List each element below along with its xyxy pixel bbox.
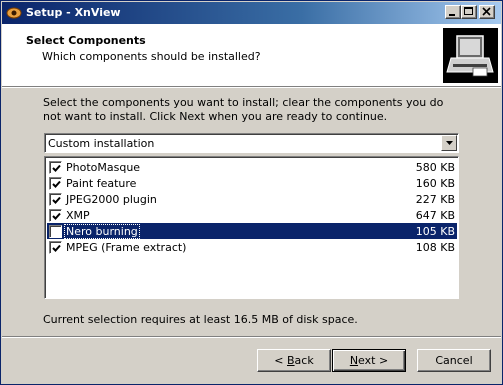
component-name: MPEG (Frame extract)	[66, 241, 187, 254]
components-list[interactable]: PhotoMasque 580 KB Paint feature 160 KB …	[44, 156, 459, 299]
back-prefix: <	[274, 354, 287, 367]
title-bar[interactable]: Setup - XnView	[2, 2, 501, 24]
component-row[interactable]: Nero burning 105 KB	[47, 223, 457, 239]
setup-computer-icon	[443, 28, 498, 83]
wizard-header: Select Components Which components shoul…	[2, 24, 501, 86]
component-checkbox[interactable]	[49, 177, 62, 190]
component-name: JPEG2000 plugin	[66, 193, 157, 206]
window-title: Setup - XnView	[26, 6, 121, 19]
footer-divider	[2, 336, 501, 338]
instructions-text: Select the components you want to instal…	[43, 96, 444, 123]
back-mnemonic: B	[287, 354, 295, 367]
header-divider	[2, 86, 501, 88]
component-row[interactable]: Paint feature 160 KB	[47, 175, 457, 191]
component-checkbox[interactable]	[49, 193, 62, 206]
component-checkbox[interactable]	[49, 241, 62, 254]
component-row[interactable]: JPEG2000 plugin 227 KB	[47, 191, 457, 207]
disk-space-text: Current selection requires at least 16.5…	[43, 313, 358, 326]
page-subtitle: Which components should be installed?	[42, 50, 261, 63]
component-checkbox[interactable]	[49, 161, 62, 174]
component-row[interactable]: XMP 647 KB	[47, 207, 457, 223]
install-type-dropdown[interactable]: Custom installation	[44, 133, 459, 153]
cancel-button[interactable]: Cancel	[417, 349, 491, 372]
setup-window: Setup - XnView Select Components Which c…	[0, 0, 503, 385]
component-name: Nero burning	[64, 224, 140, 239]
next-button[interactable]: Next >	[332, 349, 406, 372]
maximize-icon	[464, 7, 473, 15]
minimize-icon	[449, 14, 455, 16]
chevron-down-icon	[446, 141, 453, 145]
close-icon	[482, 7, 491, 16]
component-size: 580 KB	[415, 161, 455, 174]
install-type-value: Custom installation	[48, 137, 155, 150]
minimize-button[interactable]	[445, 5, 461, 19]
component-name: Paint feature	[66, 177, 137, 190]
component-size: 160 KB	[415, 177, 455, 190]
component-checkbox[interactable]	[49, 209, 62, 222]
component-name: XMP	[66, 209, 90, 222]
xnview-app-icon[interactable]	[6, 6, 22, 20]
cancel-label: Cancel	[435, 354, 473, 367]
page-title: Select Components	[26, 34, 146, 47]
component-row[interactable]: MPEG (Frame extract) 108 KB	[47, 239, 457, 255]
maximize-button[interactable]	[461, 5, 477, 19]
component-size: 105 KB	[415, 225, 455, 238]
checkmark-icon	[52, 244, 61, 252]
close-button[interactable]	[479, 5, 495, 19]
checkmark-icon	[52, 212, 61, 220]
checkmark-icon	[52, 196, 61, 204]
component-name: PhotoMasque	[66, 161, 141, 174]
checkmark-icon	[52, 180, 61, 188]
back-button[interactable]: < Back	[257, 349, 331, 372]
dropdown-button[interactable]	[441, 135, 457, 151]
component-row[interactable]: PhotoMasque 580 KB	[47, 159, 457, 175]
component-size: 108 KB	[415, 241, 455, 254]
back-rest: ack	[294, 354, 314, 367]
component-checkbox[interactable]	[49, 225, 62, 238]
checkmark-icon	[52, 164, 61, 172]
next-rest: ext >	[358, 354, 389, 367]
next-mnemonic: N	[349, 354, 359, 367]
component-size: 227 KB	[415, 193, 455, 206]
component-size: 647 KB	[415, 209, 455, 222]
